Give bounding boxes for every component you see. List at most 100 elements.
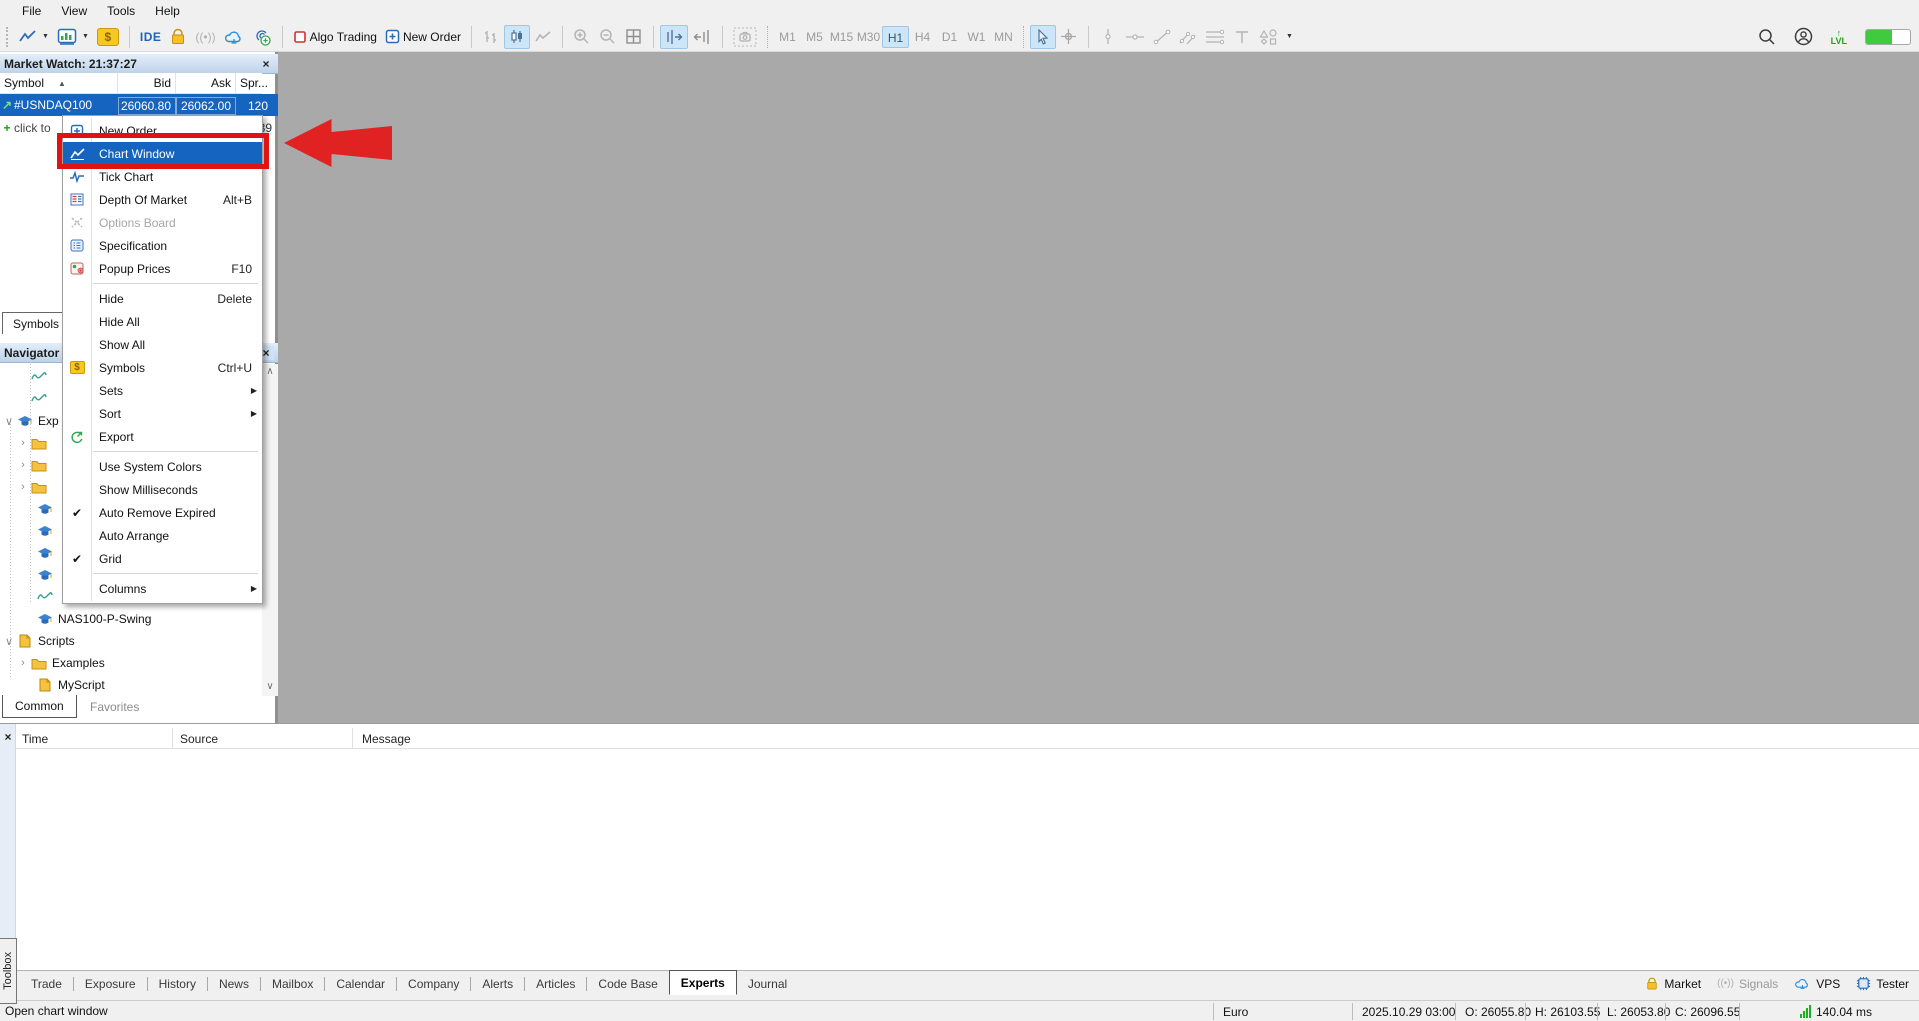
column-bid[interactable]: Bid	[118, 73, 176, 93]
column-ask[interactable]: Ask	[176, 73, 236, 93]
scroll-up-icon[interactable]: ∧	[262, 366, 278, 377]
vps-button[interactable]: VPS	[1794, 977, 1840, 991]
menu-item-symbols[interactable]: $ Symbols Ctrl+U	[63, 356, 262, 379]
timeframe-m5[interactable]: M5	[801, 26, 828, 48]
menu-item-hide-all[interactable]: Hide All	[63, 310, 262, 333]
menu-item-sets[interactable]: Sets ▶	[63, 379, 262, 402]
menu-item-show-milliseconds[interactable]: Show Milliseconds	[63, 478, 262, 501]
tab-history[interactable]: History	[148, 973, 207, 995]
menu-item-auto-remove-expired[interactable]: ✔ Auto Remove Expired	[63, 501, 262, 524]
menu-tools[interactable]: Tools	[97, 2, 145, 20]
menu-item-auto-arrange[interactable]: Auto Arrange	[63, 524, 262, 547]
menu-item-popup-prices[interactable]: Popup Prices F10	[63, 257, 262, 280]
screenshot-camera-icon[interactable]	[729, 25, 761, 49]
user-profile-icon[interactable]	[1794, 27, 1813, 46]
search-icon[interactable]	[1758, 28, 1776, 46]
horizontal-line-tool[interactable]	[1121, 25, 1149, 49]
tab-calendar[interactable]: Calendar	[325, 973, 396, 995]
expander-open-icon[interactable]: ∨	[2, 415, 16, 428]
bar-chart-mode-button[interactable]	[478, 25, 504, 49]
tab-experts[interactable]: Experts	[668, 970, 737, 995]
column-spread[interactable]: Spr...	[236, 73, 268, 93]
menu-item-depth-of-market[interactable]: Depth Of Market Alt+B	[63, 188, 262, 211]
toolbar-grip[interactable]	[6, 26, 11, 47]
chart-profiles-button[interactable]: ▼	[53, 25, 93, 49]
timeframe-w1[interactable]: W1	[963, 26, 990, 48]
timeframe-d1[interactable]: D1	[936, 26, 963, 48]
column-symbol[interactable]: Symbol ▲	[0, 73, 118, 93]
chevron-down-icon[interactable]: ▼	[42, 33, 49, 40]
timeframe-m30[interactable]: M30	[855, 26, 882, 48]
market-bag-icon[interactable]	[165, 25, 191, 49]
chevron-down-icon[interactable]: ▼	[1286, 33, 1293, 40]
symbol-row-usndaq100[interactable]: ↗ #USNDAQ100 26060.80 26062.00 120	[0, 94, 278, 116]
tab-trade[interactable]: Trade	[20, 973, 73, 995]
level-progress-bar[interactable]	[1865, 28, 1911, 45]
market-watch-tab-symbols[interactable]: Symbols	[2, 312, 71, 334]
menu-item-columns[interactable]: Columns ▶	[63, 577, 262, 600]
navigator-scrollbar[interactable]: ∧ ∨	[262, 364, 278, 696]
expander-closed-icon[interactable]: ›	[16, 657, 30, 669]
fibonacci-tool[interactable]	[1201, 25, 1229, 49]
vps-cloud-icon[interactable]	[220, 25, 248, 49]
close-icon[interactable]: ×	[0, 730, 16, 744]
menu-item-sort[interactable]: Sort ▶	[63, 402, 262, 425]
column-time[interactable]: Time	[22, 728, 48, 749]
tab-news[interactable]: News	[208, 973, 260, 995]
tab-code-base[interactable]: Code Base	[587, 973, 668, 995]
crosshair-tool-button[interactable]	[1056, 25, 1082, 49]
timeframe-h4[interactable]: H4	[909, 26, 936, 48]
toolbox-vertical-tab[interactable]: Toolbox	[0, 938, 17, 1004]
tab-alerts[interactable]: Alerts	[471, 973, 524, 995]
tester-button[interactable]: Tester	[1856, 976, 1909, 991]
algo-trading-button[interactable]: Algo Trading	[289, 25, 381, 49]
tree-item-nas100-p-swing[interactable]: NAS100-P-Swing	[0, 608, 262, 630]
menu-file[interactable]: File	[12, 2, 51, 20]
community-icon[interactable]	[248, 25, 276, 49]
navigator-tab-favorites[interactable]: Favorites	[78, 695, 151, 718]
shapes-tool[interactable]: ▼	[1255, 25, 1297, 49]
expander-closed-icon[interactable]: ›	[16, 437, 30, 449]
chevron-down-icon[interactable]: ▼	[82, 33, 89, 40]
close-icon[interactable]: ×	[258, 57, 274, 71]
new-order-button[interactable]: New Order	[381, 25, 465, 49]
menu-item-specification[interactable]: Specification	[63, 234, 262, 257]
timeframe-h1[interactable]: H1	[881, 25, 909, 48]
menu-item-use-system-colors[interactable]: Use System Colors	[63, 455, 262, 478]
scroll-down-icon[interactable]: ∨	[262, 681, 278, 692]
column-source[interactable]: Source	[180, 728, 218, 749]
channel-tool[interactable]	[1175, 25, 1201, 49]
timeframe-m1[interactable]: M1	[774, 26, 801, 48]
tree-item-myscript[interactable]: MyScript	[0, 674, 262, 696]
navigator-tab-common[interactable]: Common	[2, 695, 77, 718]
metaeditor-ide-button[interactable]: IDE	[136, 25, 166, 49]
text-tool[interactable]	[1229, 25, 1255, 49]
tile-windows-icon[interactable]	[621, 25, 647, 49]
timeframe-m15[interactable]: M15	[828, 26, 855, 48]
trendline-tool[interactable]	[1149, 25, 1175, 49]
candlestick-mode-button[interactable]	[503, 24, 530, 49]
cursor-tool-button[interactable]	[1029, 24, 1056, 49]
tab-articles[interactable]: Articles	[525, 973, 586, 995]
signals-icon[interactable]: ((•))	[191, 25, 219, 49]
menu-help[interactable]: Help	[145, 2, 190, 20]
new-chart-button[interactable]: ▼	[15, 25, 53, 49]
vertical-line-tool[interactable]	[1095, 25, 1121, 49]
tab-journal[interactable]: Journal	[737, 973, 798, 995]
connection-status[interactable]: 140.04 ms	[1800, 1003, 1872, 1020]
menu-item-export[interactable]: Export	[63, 425, 262, 448]
chart-shift-button[interactable]	[688, 25, 716, 49]
column-message[interactable]: Message	[362, 728, 411, 749]
tab-exposure[interactable]: Exposure	[74, 973, 147, 995]
level-up-badge[interactable]: ↑ LVL	[1831, 28, 1847, 45]
expander-closed-icon[interactable]: ›	[16, 459, 30, 471]
tree-item-scripts[interactable]: ∨ Scripts	[0, 630, 262, 652]
timeframe-mn[interactable]: MN	[990, 26, 1017, 48]
expander-open-icon[interactable]: ∨	[2, 635, 16, 648]
market-button[interactable]: Market	[1645, 977, 1701, 991]
tab-company[interactable]: Company	[397, 973, 470, 995]
line-chart-mode-button[interactable]	[530, 25, 556, 49]
zoom-out-icon[interactable]	[595, 25, 621, 49]
menu-item-hide[interactable]: Hide Delete	[63, 287, 262, 310]
signals-button[interactable]: ((•)) Signals	[1717, 977, 1778, 991]
